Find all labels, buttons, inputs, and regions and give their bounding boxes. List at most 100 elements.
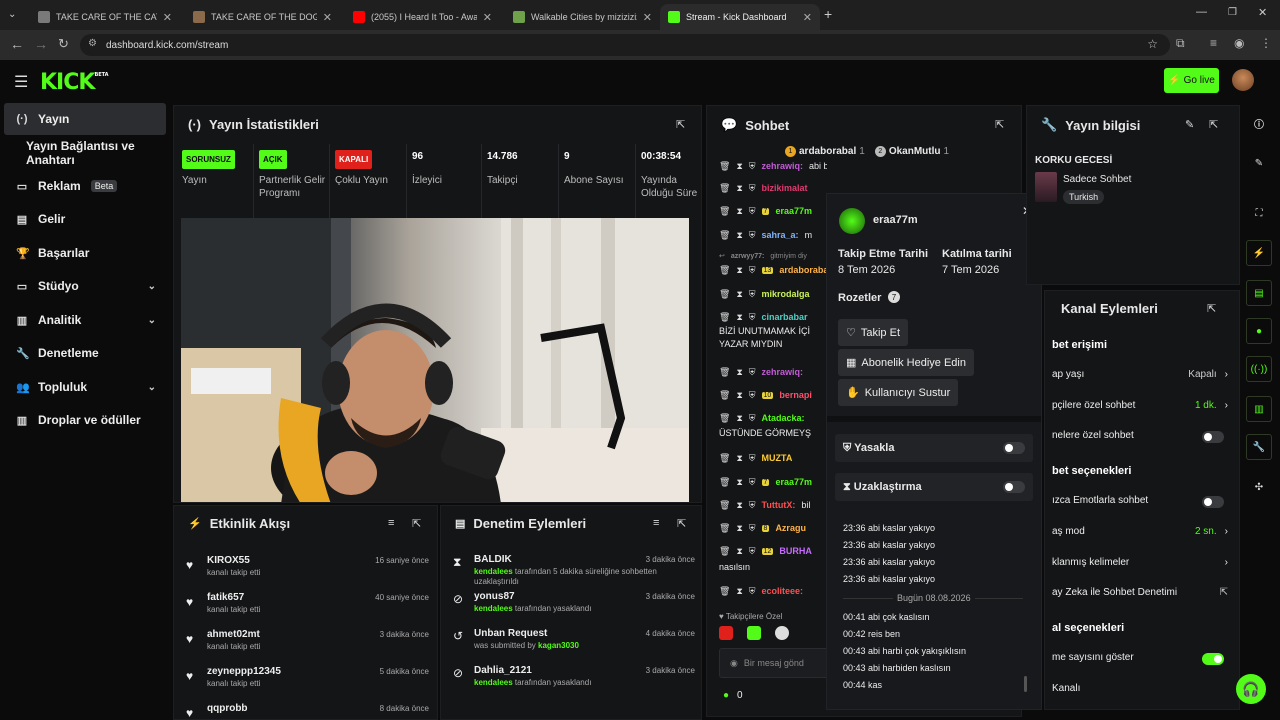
chat-username[interactable]: bizikimalat [762,183,808,193]
timeout-row[interactable]: ⧗ Uzaklaştırma [835,473,1033,501]
minimize-icon[interactable]: — [1196,6,1207,18]
setting-toggle[interactable] [1202,653,1224,665]
document-icon[interactable]: ▤ [1246,280,1272,306]
chat-message[interactable]: 🗑 ⧗ ⛨ 13 ardaborabal [719,263,827,277]
sidebar-item[interactable]: (·) Yayın [4,103,166,135]
ban-icon[interactable]: ⛨ [749,265,756,276]
site-info-icon[interactable]: ⚙ [88,38,97,49]
delete-icon[interactable]: 🗑 [719,546,730,557]
chat-username[interactable]: Atadacka: [762,413,805,423]
kick-logo[interactable]: KICKBETA [40,70,109,95]
chevron-right-icon[interactable]: › [1225,400,1228,411]
hourglass-icon[interactable]: ⧗ [736,500,742,511]
popout-icon[interactable]: ⇱ [1207,302,1216,315]
hourglass-icon[interactable]: ⧗ [736,477,742,488]
browser-tab[interactable]: (2055) I Heard It Too - Award W ✕ [345,4,500,30]
chat-username[interactable]: sahra_a: [762,230,799,240]
delete-icon[interactable]: 🗑 [719,312,730,323]
setting-toggle[interactable] [1202,496,1224,508]
close-tab-icon[interactable]: ✕ [163,11,172,24]
mute-user-button[interactable]: ✋ Kullanıcıyı Sustur [838,379,959,406]
sidebar-item[interactable]: 🔧 Denetleme [4,337,166,369]
delete-icon[interactable]: 🗑 [719,206,730,217]
hourglass-icon[interactable]: ⧗ [736,183,742,194]
ban-icon[interactable]: ⛨ [749,586,756,597]
reload-icon[interactable]: ↻ [58,36,69,52]
hamburger-menu-icon[interactable]: ☰ [14,72,28,92]
avatar[interactable] [1232,69,1254,91]
gift-sub-button[interactable]: ▦ Abonelik Hediye Edin [838,349,974,376]
profile-icon[interactable]: ◉ [1234,36,1244,50]
delete-icon[interactable]: 🗑 [719,413,730,424]
popout-icon[interactable]: ⇱ [676,118,685,131]
setting-row[interactable]: ay Zeka ile Sohbet Denetimi ⇱ [1052,587,1228,603]
chat-message[interactable]: 🗑 ⧗ ⛨ sahra_a: m [719,228,827,242]
add-widget-icon[interactable]: ✣ [1246,474,1272,500]
close-tab-icon[interactable]: ✕ [803,11,812,24]
ban-icon[interactable]: ⛨ [749,367,756,378]
delete-icon[interactable]: 🗑 [719,161,730,172]
list-item[interactable]: ♥ KIROX55 kanalı takip etti 16 saniye önce [184,554,429,591]
emote-icon[interactable] [719,626,733,640]
new-tab-icon[interactable]: + [824,6,832,22]
top-gifter[interactable]: 2 OkanMutlu 1 [874,146,949,157]
emoji-icon[interactable]: ◉ [730,658,738,669]
sidebar-item[interactable]: ▥ Droplar ve ödüller [4,404,166,436]
chat-message[interactable]: 🗑 ⧗ ⛨ bizikimalat [719,181,827,195]
close-tab-icon[interactable]: ✕ [483,11,492,24]
ban-icon[interactable]: ⛨ [749,161,756,172]
setting-row[interactable]: Kanalı [1052,683,1228,699]
chat-message[interactable]: 🗑 ⧗ ⛨ 8 Azragu [719,521,827,535]
delete-icon[interactable]: 🗑 [719,390,730,401]
lightning-icon[interactable]: ⚡ [1246,240,1272,266]
list-item[interactable]: ♥ qqprobb 8 dakika önce [184,702,429,719]
chat-message[interactable]: 🗑 ⧗ ⛨ TuttutX: bil [719,498,827,512]
chevron-down-icon[interactable]: ⌄ [148,315,156,326]
chat-username[interactable]: bernapi [779,390,812,400]
sidebar-item[interactable]: 👥 Topluluk ⌄ [4,371,166,403]
sidebar-item[interactable]: ▤ Gelir [4,203,166,235]
chat-username[interactable]: BURHA [779,546,812,556]
hourglass-icon[interactable]: ⧗ [736,265,742,276]
hourglass-icon[interactable]: ⧗ [736,206,742,217]
close-tab-icon[interactable]: ✕ [323,11,332,24]
close-window-icon[interactable]: ✕ [1258,6,1267,19]
list-item[interactable]: ⧗ BALDIK kendalees tarafından 5 dakika sür… [451,553,695,590]
delete-icon[interactable]: 🗑 [719,586,730,597]
hourglass-icon[interactable]: ⧗ [736,230,742,241]
chat-message[interactable]: 🗑 ⧗ ⛨ 7 eraa77m [719,204,827,218]
popout-icon[interactable]: ⇱ [995,118,1004,131]
hourglass-icon[interactable]: ⧗ [736,312,742,323]
delete-icon[interactable]: 🗑 [719,477,730,488]
filter-icon[interactable]: ≡ [388,517,394,529]
browser-tab[interactable]: TAKE CARE OF THE DOG by bo ✕ [185,4,340,30]
ban-row[interactable]: ⛨ Yasakla [835,434,1033,462]
hourglass-icon[interactable]: ⧗ [736,367,742,378]
chat-username[interactable]: zehrawiq: [762,367,804,377]
ban-icon[interactable]: ⛨ [749,523,756,534]
external-link-icon[interactable]: ⇱ [1220,587,1228,598]
list-item[interactable]: ⊘ yonus87 kendalees tarafından yasaklandı 3… [451,590,695,627]
delete-icon[interactable]: 🗑 [719,183,730,194]
menu-dots-icon[interactable]: ⋮ [1260,36,1272,50]
chat-username[interactable]: ardaborabal [779,265,827,275]
chat-username[interactable]: Azragu [775,523,806,533]
popout-icon[interactable]: ⇱ [412,517,421,530]
list-item[interactable]: ↺ Unban Request was submitted by kagan3030… [451,627,695,664]
timeout-toggle[interactable] [1003,481,1025,493]
fullscreen-icon[interactable]: ⛶ [1246,200,1272,226]
chat-username[interactable]: MUZTA [762,453,793,463]
chat-message[interactable]: 🗑 ⧗ ⛨ zehrawiq: abi beni her cumlede duniyon… [719,159,827,173]
sidebar-item[interactable]: 🏆 Başarılar [4,237,166,269]
hourglass-icon[interactable]: ⧗ [736,289,742,300]
chat-username[interactable]: azrwyy77: [731,253,764,260]
popout-icon[interactable]: ⇱ [1209,118,1218,131]
ban-toggle[interactable] [1003,442,1025,454]
bookmark-star-icon[interactable]: ☆ [1147,37,1158,51]
chat-bubble-icon[interactable]: ● [1246,318,1272,344]
go-live-button[interactable]: ⚡ Go live [1164,68,1219,93]
hourglass-icon[interactable]: ⧗ [736,161,742,172]
sidebar-item[interactable]: ▭ Stüdyo ⌄ [4,270,166,302]
chat-message[interactable]: 🗑 ⧗ ⛨ mikrodalga [719,287,827,301]
chevron-right-icon[interactable]: › [1225,369,1228,380]
